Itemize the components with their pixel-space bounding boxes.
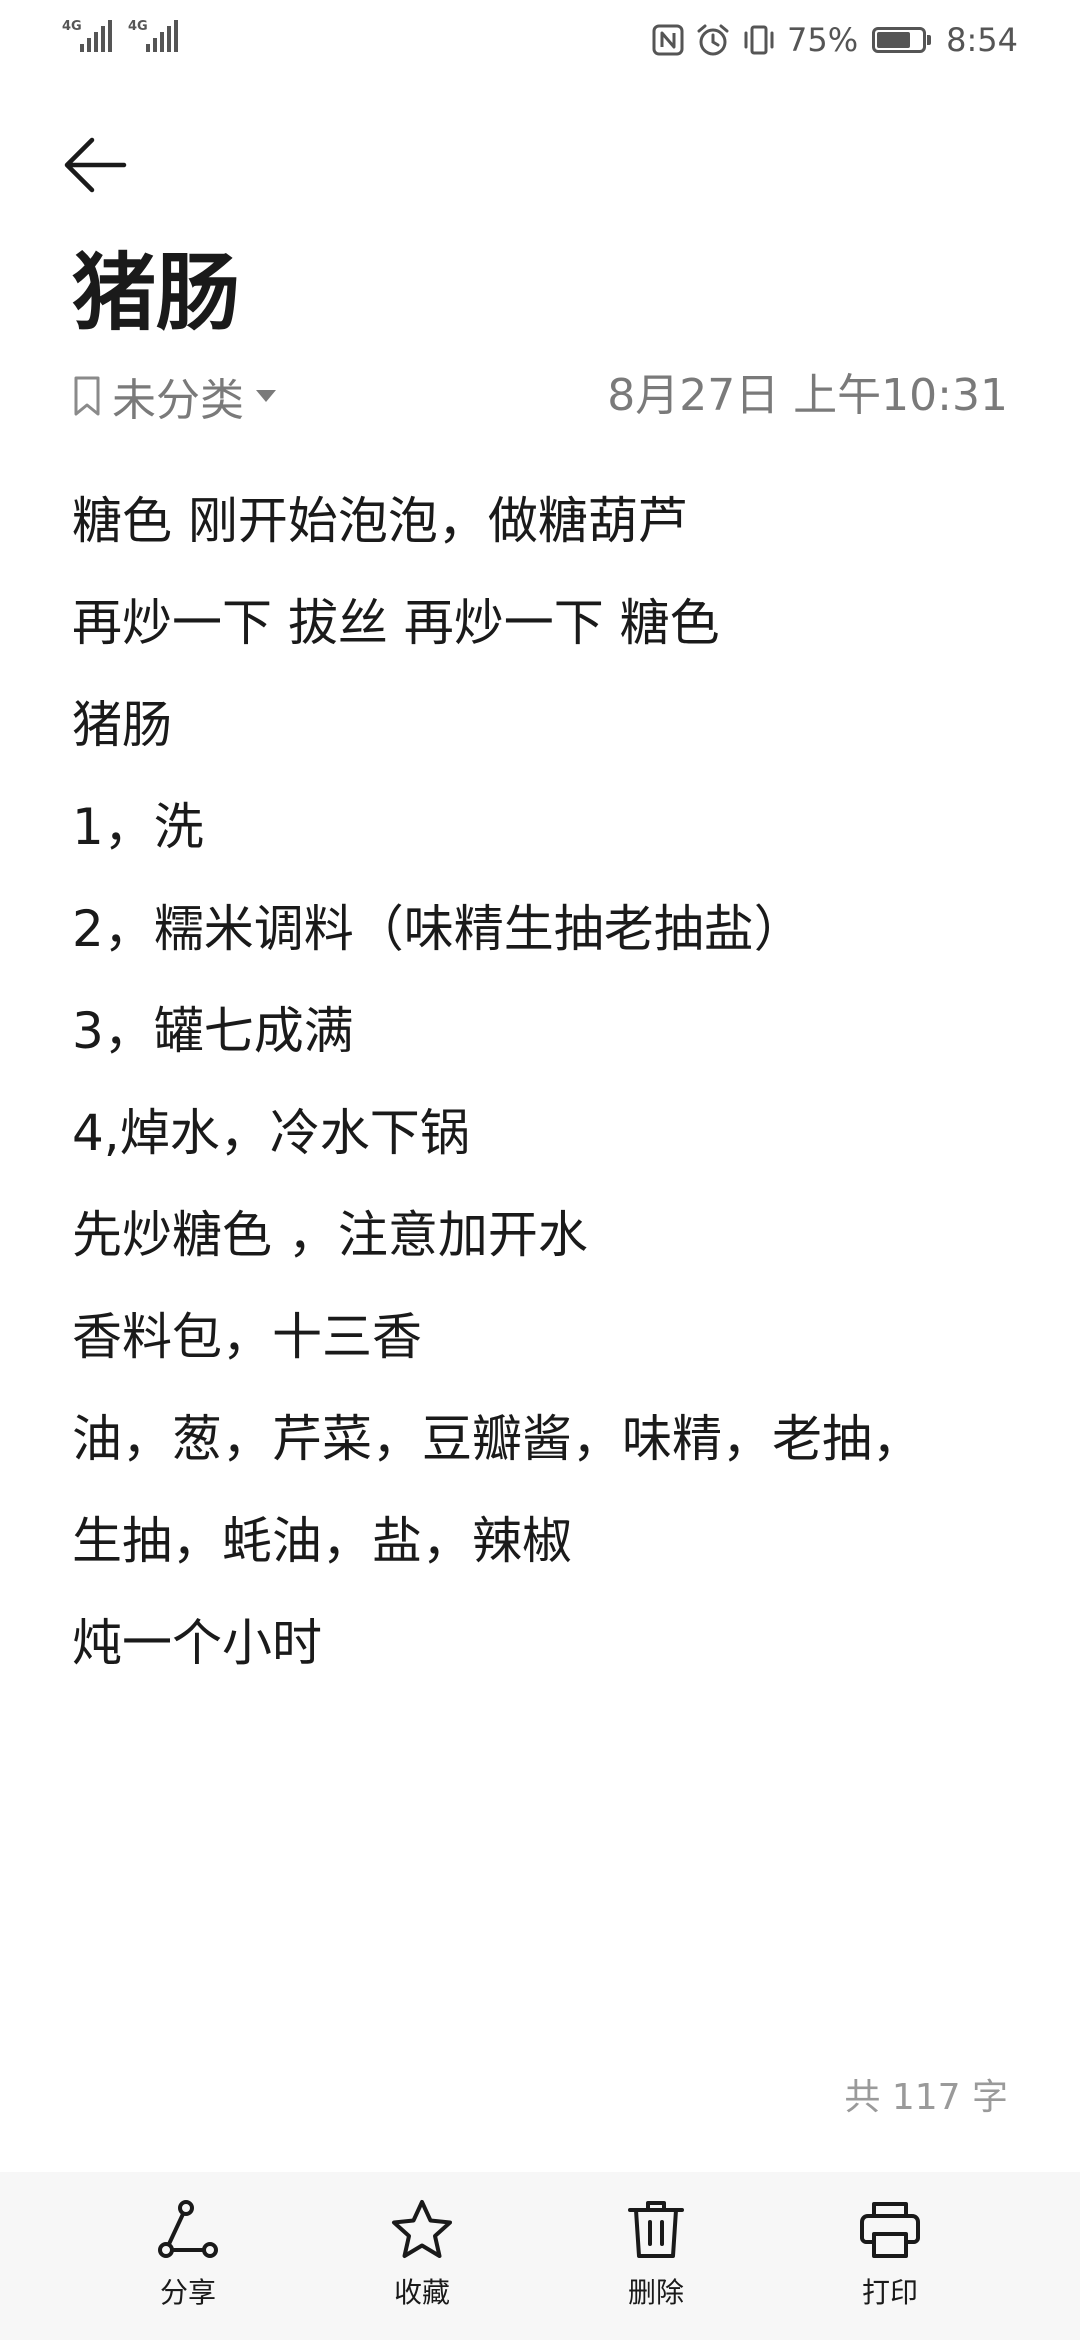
note-line[interactable]: 香料包，十三香 [72,1286,1022,1388]
print-button[interactable]: 打印 [790,2198,990,2328]
share-icon [158,2200,218,2258]
print-label: 打印 [861,2276,918,2309]
note-line[interactable]: 生抽，蚝油，盐，辣椒 [72,1490,1022,1592]
battery-percent: 75% [787,21,859,59]
status-icons: 75% 8:54 [651,18,1018,62]
signal-sim2-icon: 4G [128,20,180,54]
share-button[interactable]: 分享 [88,2198,288,2328]
signal-group: 4G 4G [62,20,180,54]
bottom-toolbar: 分享 收藏 删除 打印 [0,2172,1080,2340]
battery-level [877,32,911,48]
note-timestamp: 8月27日 上午10:31 [607,370,1008,421]
delete-button[interactable]: 删除 [556,2198,756,2328]
network-type-2: 4G [128,19,148,34]
clock: 8:54 [946,21,1018,59]
star-icon [392,2200,452,2258]
note-title[interactable]: 猪肠 [72,238,240,348]
alarm-icon [697,24,729,56]
note-line[interactable]: 猪肠 [72,674,1022,776]
favorite-label: 收藏 [393,2276,450,2309]
back-arrow-icon [64,137,127,193]
category-selector[interactable]: 未分类 [72,360,278,432]
nfc-icon [652,24,684,56]
note-line[interactable]: 4,焯水，冷水下锅 [72,1082,1022,1184]
note-line[interactable]: 3，罐七成满 [72,980,1022,1082]
dropdown-triangle-icon [256,390,276,402]
battery-icon [872,27,932,53]
share-label: 分享 [159,2276,216,2309]
word-count: 共 117 字 [844,2077,1008,2118]
note-line[interactable]: 油，葱，芹菜，豆瓣酱，味精，老抽， [72,1388,1022,1490]
note-line[interactable]: 1，洗 [72,776,1022,878]
printer-icon [860,2202,920,2258]
note-line[interactable]: 先炒糖色 ，注意加开水 [72,1184,1022,1286]
note-body[interactable]: 糖色 刚开始泡泡，做糖葫芦 再炒一下 拔丝 再炒一下 糖色 猪肠 1，洗 2，糯… [72,470,1022,1694]
vibrate-icon [744,25,774,55]
favorite-button[interactable]: 收藏 [322,2198,522,2328]
note-line[interactable]: 2，糯米调料（味精生抽老抽盐） [72,878,1022,980]
trash-icon [628,2201,684,2258]
category-label: 未分类 [112,375,244,426]
note-line[interactable]: 再炒一下 拔丝 再炒一下 糖色 [72,572,1022,674]
note-line[interactable]: 炖一个小时 [72,1592,1022,1694]
note-line[interactable]: 糖色 刚开始泡泡，做糖葫芦 [72,470,1022,572]
back-button[interactable] [62,120,152,210]
signal-sim1-icon: 4G [62,20,114,54]
network-type-1: 4G [62,19,82,34]
delete-label: 删除 [627,2276,684,2309]
bookmark-icon [74,376,100,416]
note-meta: 未分类 8月27日 上午10:31 [72,360,1008,432]
status-bar: 4G 4G 75% 8:54 [0,0,1080,80]
